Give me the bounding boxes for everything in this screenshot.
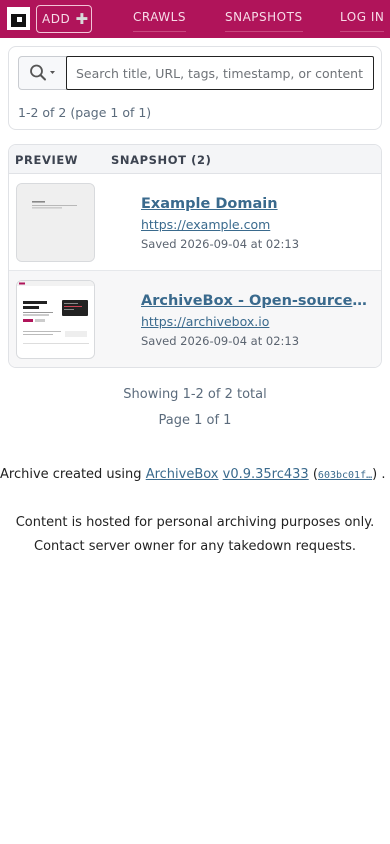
search-panel: 1-2 of 2 (page 1 of 1) [8,46,382,130]
credit-prefix: Archive created using [0,467,142,482]
table-row: ArchiveBox - Open-source self-hosted web… [9,271,381,367]
snapshot-title-link[interactable]: Example Domain [141,196,367,212]
credit-suffix: ) . [372,467,386,482]
archivebox-logo[interactable] [7,7,30,30]
table-row: Example Domain https://example.com Saved… [9,174,381,271]
top-navbar: ADD ✚ CRAWLS SNAPSHOTS LOG IN [0,0,390,38]
add-button-label: ADD [42,12,71,26]
column-header-preview: PREVIEW [15,153,79,167]
nav-link-login[interactable]: LOG IN [340,10,385,32]
search-bar [18,56,374,90]
snapshot-title-link[interactable]: ArchiveBox - Open-source self-hosted web… [141,293,367,309]
nav-link-crawls[interactable]: CRAWLS [133,10,186,32]
snapshot-preview-thumbnail[interactable] [16,183,95,262]
archivebox-link[interactable]: ArchiveBox [146,467,219,482]
snapshot-url-link[interactable]: https://archivebox.io [141,314,269,329]
plus-icon: ✚ [75,10,89,28]
search-icon [30,64,55,81]
footer-credit: Archive created using ArchiveBox v0.9.35… [0,467,386,482]
add-button[interactable]: ADD ✚ [36,5,92,33]
search-filter-dropdown[interactable] [19,57,65,89]
page-indicator: Page 1 of 1 [158,413,232,428]
snapshot-saved-date: Saved 2026-09-04 at 02:13 [141,334,300,348]
hosting-notice: Content is hosted for personal archiving… [15,515,375,530]
commit-link[interactable]: 603bc01f… [318,470,372,481]
snapshot-preview-thumbnail[interactable] [16,280,95,359]
caret-down-icon [50,71,55,74]
column-header-snapshot[interactable]: SNAPSHOT (2) [111,153,211,167]
snapshot-saved-date: Saved 2026-09-04 at 02:13 [141,237,300,251]
pagination-summary: 1-2 of 2 (page 1 of 1) [18,105,152,120]
version-link[interactable]: v0.9.35rc433 [223,467,309,482]
nav-link-snapshots[interactable]: SNAPSHOTS [225,10,303,32]
takedown-notice: Contact server owner for any takedown re… [34,539,356,554]
table-header: PREVIEW SNAPSHOT (2) [9,145,381,174]
showing-summary: Showing 1-2 of 2 total [123,387,267,402]
snapshot-table: PREVIEW SNAPSHOT (2) Example Domain http… [8,144,382,368]
search-input[interactable] [66,56,374,90]
snapshot-url-link[interactable]: https://example.com [141,217,270,232]
